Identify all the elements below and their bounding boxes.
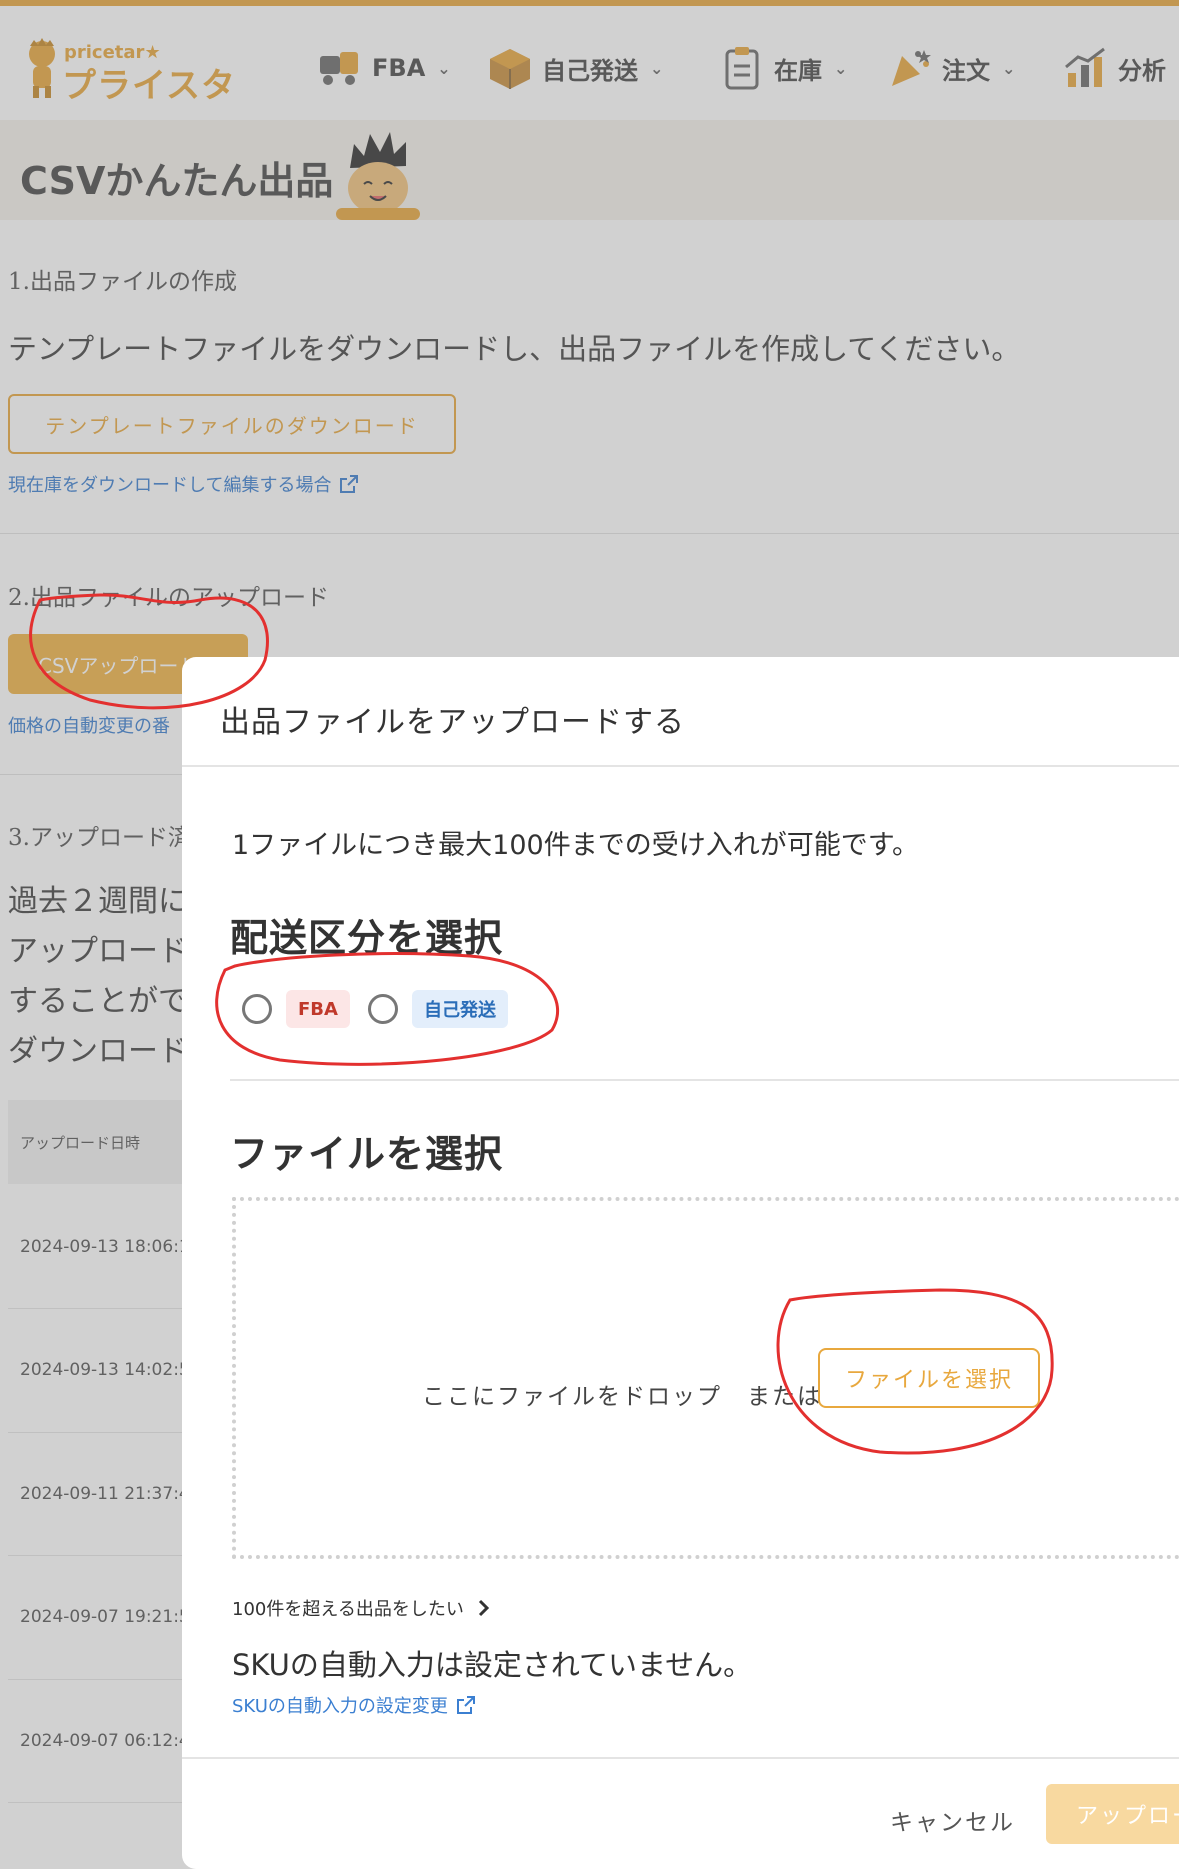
self-shipping-badge[interactable]: 自己発送 xyxy=(411,990,508,1028)
modal-footer-divider xyxy=(182,1757,1179,1759)
cancel-button[interactable]: キャンセル xyxy=(890,1803,1015,1837)
sku-settings-link-label: SKUの自動入力の設定変更 xyxy=(232,1696,448,1717)
modal-header-divider xyxy=(182,765,1179,767)
self-shipping-radio[interactable] xyxy=(367,994,398,1024)
fba-radio[interactable] xyxy=(242,994,272,1024)
drop-zone-text: ここにファイルをドロップ または xyxy=(422,1384,822,1410)
file-select-heading: ファイルを選択 xyxy=(230,1132,504,1176)
shipping-type-options: FBA 自己発送 xyxy=(242,987,508,1031)
fba-badge[interactable]: FBA xyxy=(286,990,350,1028)
upload-limit-text: 1ファイルにつき最大100件までの受け入れが可能です。 xyxy=(232,830,920,861)
over-100-link-label: 100件を超える出品をしたい xyxy=(232,1599,464,1620)
sku-auto-input-status: SKUの自動入力は設定されていません。 xyxy=(232,1648,753,1682)
over-100-link[interactable]: 100件を超える出品をしたい xyxy=(232,1595,490,1621)
modal-title: 出品ファイルをアップロードする xyxy=(220,705,685,740)
options-divider xyxy=(230,1079,1179,1081)
select-file-button[interactable]: ファイルを選択 xyxy=(818,1348,1040,1408)
external-link-icon xyxy=(456,1696,475,1714)
sku-settings-link[interactable]: SKUの自動入力の設定変更 xyxy=(232,1692,476,1718)
upload-modal: 出品ファイルをアップロードする 1ファイルにつき最大100件までの受け入れが可能… xyxy=(182,657,1179,1869)
upload-button[interactable]: アップロード xyxy=(1046,1784,1179,1844)
chevron-right-icon xyxy=(478,1599,489,1617)
shipping-type-heading: 配送区分を選択 xyxy=(230,916,504,960)
